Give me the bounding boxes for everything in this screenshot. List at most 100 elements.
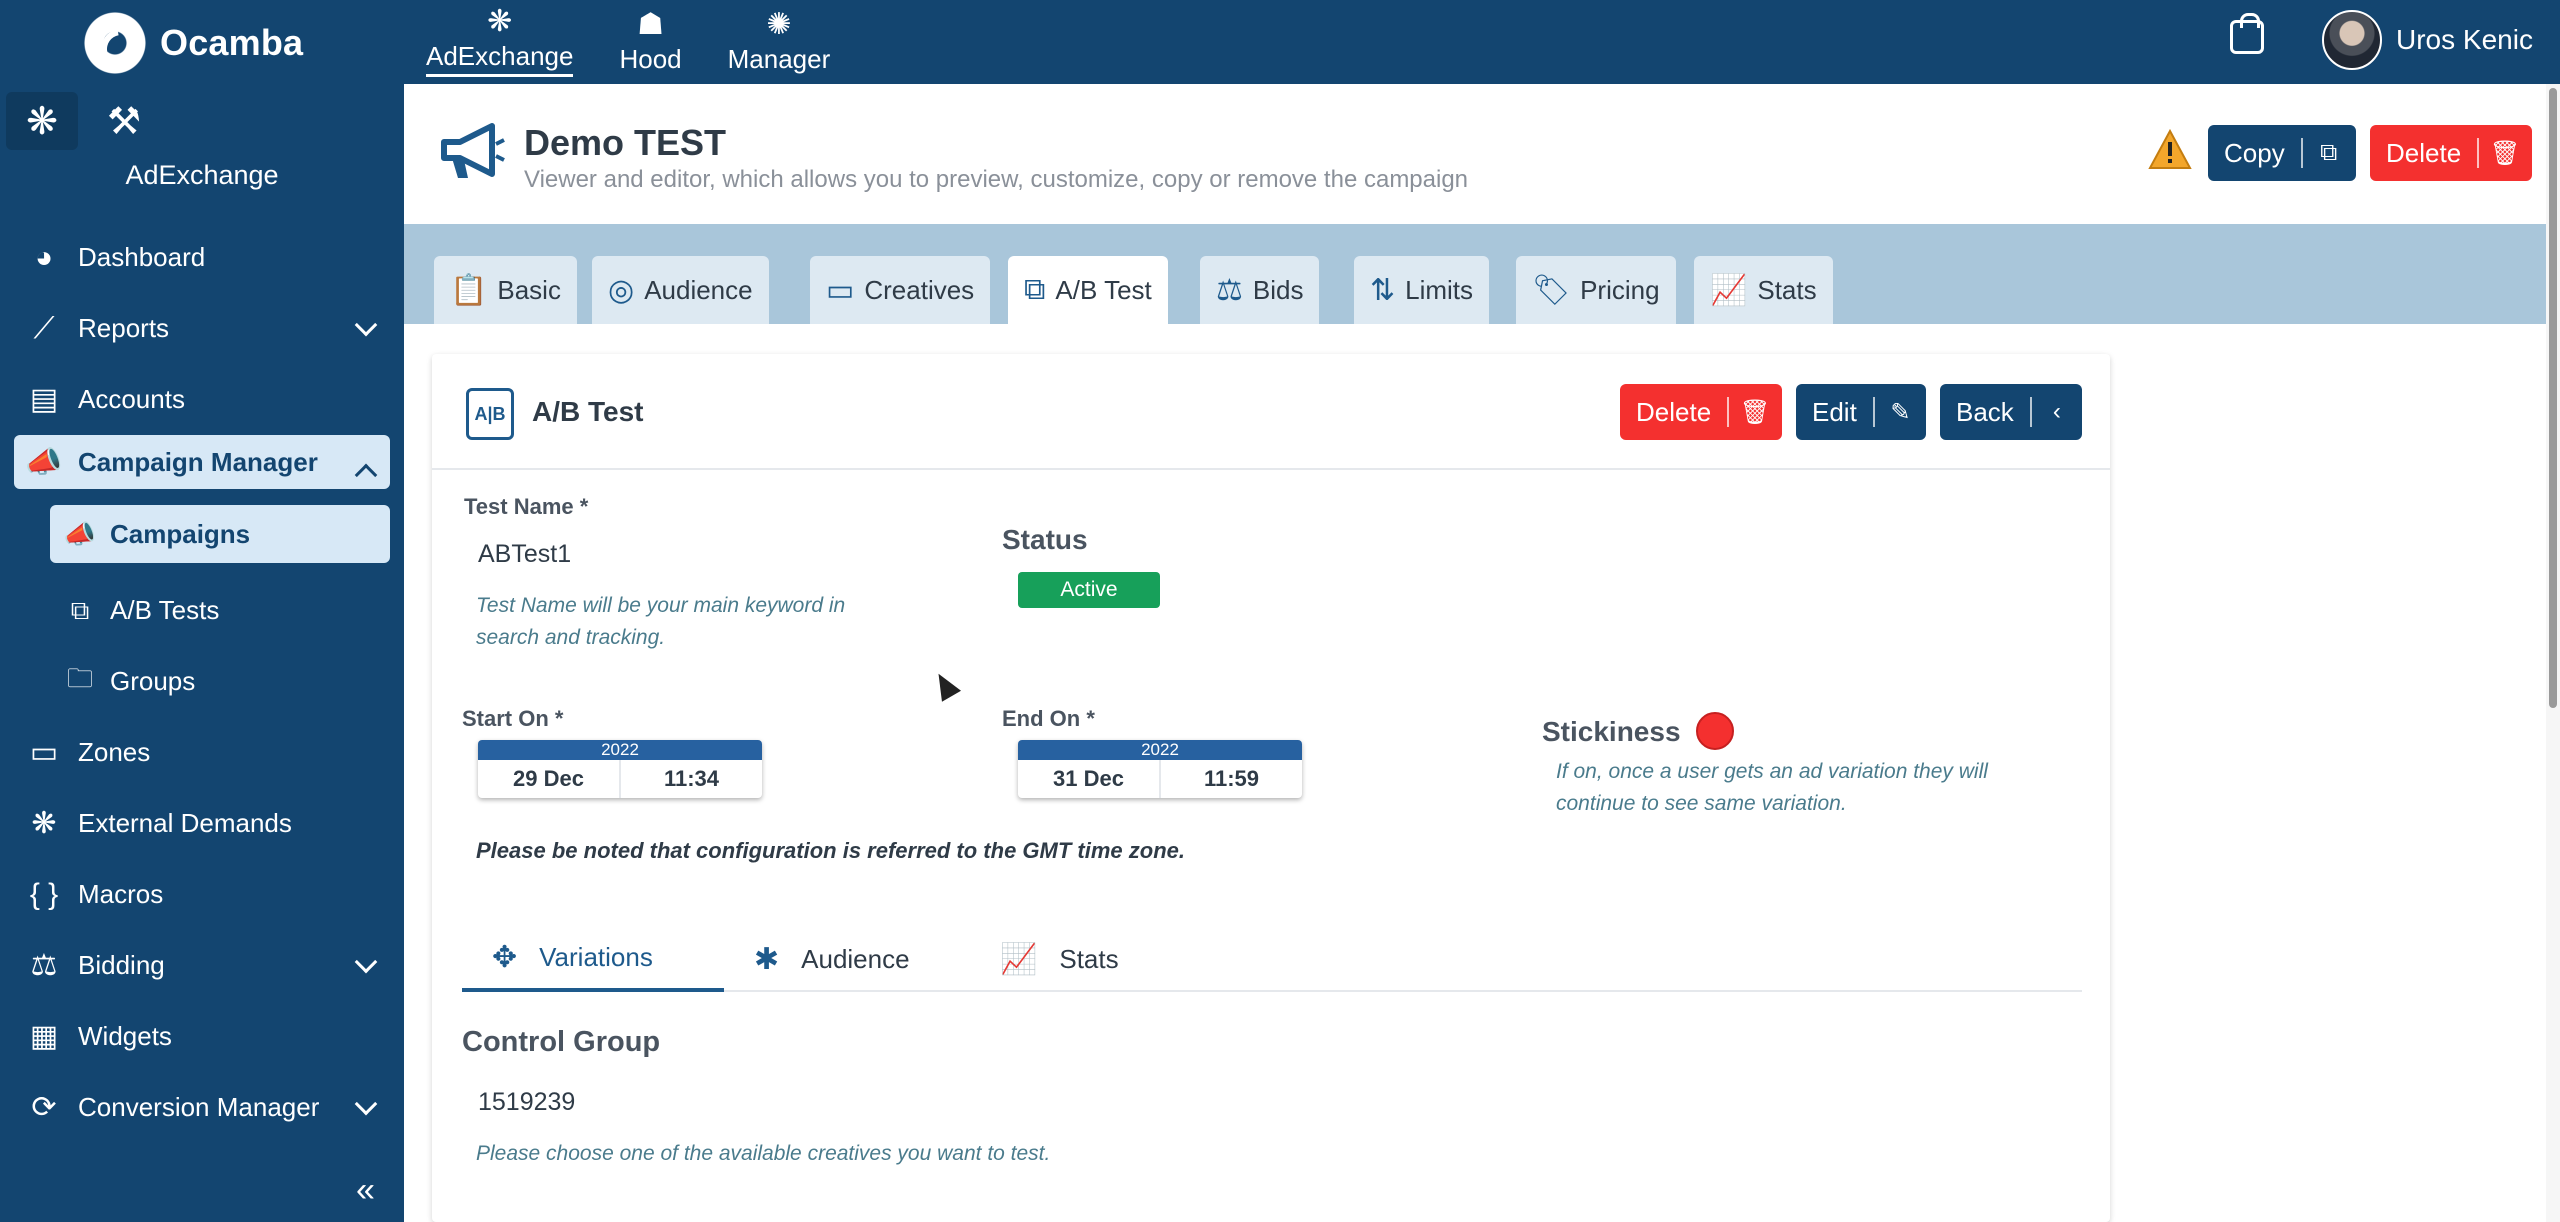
tab-stats[interactable]: 📈 Stats bbox=[1694, 256, 1833, 324]
stickiness-label: Stickiness bbox=[1542, 716, 1681, 747]
tab-audience[interactable]: ◎ Audience bbox=[592, 256, 769, 324]
scrollbar[interactable] bbox=[2546, 84, 2560, 1222]
sidebar-item-macros[interactable]: { } Macros bbox=[14, 859, 390, 930]
tab-limits[interactable]: ⇅ Limits bbox=[1354, 256, 1490, 324]
start-year: 2022 bbox=[478, 740, 762, 760]
top-nav-hood[interactable]: ☗ Hood bbox=[605, 4, 695, 80]
conversion-icon: ⟳ bbox=[31, 1091, 57, 1124]
braces-icon: { } bbox=[29, 877, 59, 911]
start-datetime-picker[interactable]: 2022 29 Dec 11:34 bbox=[478, 740, 762, 798]
sidebar-subitem-groups[interactable]: 🗀 Groups bbox=[50, 646, 390, 717]
test-name-value[interactable]: ABTest1 bbox=[478, 540, 571, 569]
ab-test-card: A|B A/B Test Delete 🗑 Edit ✎ Back ‹ Test… bbox=[432, 354, 2110, 1222]
tab-basic[interactable]: 📋 Basic bbox=[434, 256, 577, 324]
gavel-icon: ⚖ bbox=[30, 949, 58, 982]
warning-icon[interactable] bbox=[2148, 128, 2192, 172]
end-date[interactable]: 31 Dec bbox=[1018, 760, 1159, 798]
subtab-variations[interactable]: ✥ Variations bbox=[462, 926, 724, 992]
clipboard-icon: 📋 bbox=[450, 273, 488, 307]
edit-button[interactable]: Edit ✎ bbox=[1796, 384, 1926, 440]
sidebar-item-bidding[interactable]: ⚖ Bidding bbox=[14, 930, 390, 1001]
grid-icon: ▦ bbox=[29, 1020, 59, 1053]
sidebar-item-zones[interactable]: ▭ Zones bbox=[14, 717, 390, 788]
copy-button-label: Copy bbox=[2224, 137, 2285, 168]
sidebar-item-widgets[interactable]: ▦ Widgets bbox=[14, 1001, 390, 1072]
sidebar-item-accounts[interactable]: ▤ Accounts bbox=[14, 364, 390, 435]
megaphone-icon: 📣 bbox=[25, 445, 63, 479]
sidebar-item-campaign-manager[interactable]: 📣 Campaign Manager bbox=[14, 435, 390, 489]
subtab-stats[interactable]: 📈 Stats bbox=[970, 926, 1149, 992]
back-button-label: Back bbox=[1956, 396, 2014, 427]
sidebar-item-label: Widgets bbox=[78, 1021, 172, 1051]
sidebar-subitem-ab-tests[interactable]: ⧉ A/B Tests bbox=[50, 575, 390, 646]
ab-test-subtabs: ✥ Variations ✱ Audience 📈 Stats bbox=[462, 926, 2082, 992]
puzzle-icon: ✱ bbox=[754, 942, 780, 976]
sidebar: ❋ ⚒ AdExchange ◕ Dashboard ⟋ Reports ▤ A… bbox=[0, 84, 404, 1222]
gavel-icon: ⚖ bbox=[1216, 273, 1243, 307]
control-group-title: Control Group bbox=[462, 1026, 661, 1058]
back-button[interactable]: Back ‹ bbox=[1940, 384, 2082, 440]
sidebar-item-label: Zones bbox=[78, 737, 151, 767]
chevron-left-icon: ‹ bbox=[2052, 398, 2061, 425]
tab-bids[interactable]: ⚖ Bids bbox=[1200, 256, 1320, 324]
creatives-icon: ▭ bbox=[826, 273, 855, 307]
top-nav-manager[interactable]: ✺ Manager bbox=[714, 4, 845, 80]
sidebar-item-reports[interactable]: ⟋ Reports bbox=[14, 293, 390, 364]
sidebar-item-label: Campaign Manager bbox=[78, 446, 318, 477]
start-date[interactable]: 29 Dec bbox=[478, 760, 619, 798]
tab-label: Basic bbox=[497, 274, 561, 305]
user-menu[interactable]: Uros Kenic bbox=[2322, 10, 2533, 70]
sidebar-item-label: Reports bbox=[78, 313, 170, 343]
stickiness-toggle[interactable] bbox=[1696, 712, 1734, 750]
tab-label: Limits bbox=[1405, 274, 1474, 305]
end-year: 2022 bbox=[1018, 740, 1302, 760]
end-time[interactable]: 11:59 bbox=[1159, 760, 1302, 798]
audience-icon: ◎ bbox=[608, 273, 635, 307]
chevron-down-icon bbox=[354, 950, 378, 974]
end-datetime-picker[interactable]: 2022 31 Dec 11:59 bbox=[1018, 740, 1302, 798]
sidebar-menu: ◕ Dashboard ⟋ Reports ▤ Accounts 📣 Campa… bbox=[14, 222, 390, 1143]
sidebar-item-dashboard[interactable]: ◕ Dashboard bbox=[14, 222, 390, 293]
tools-icon[interactable]: ⚒ bbox=[88, 92, 160, 150]
pencil-icon: ✎ bbox=[1890, 398, 1911, 426]
delete-test-button[interactable]: Delete 🗑 bbox=[1620, 384, 1782, 440]
chart-icon: 📈 bbox=[1000, 942, 1038, 976]
tab-label: Pricing bbox=[1580, 274, 1660, 305]
chevron-down-icon bbox=[354, 313, 378, 337]
network-icon: ❋ bbox=[487, 5, 513, 38]
reports-icon: ⟋ bbox=[33, 311, 55, 345]
scroll-thumb[interactable] bbox=[2549, 88, 2557, 708]
subtab-audience[interactable]: ✱ Audience bbox=[724, 926, 940, 992]
sidebar-subitem-campaigns[interactable]: 📣 Campaigns bbox=[50, 505, 390, 563]
network-icon: ❋ bbox=[31, 807, 57, 840]
top-nav-adexchange[interactable]: ❋ AdExchange bbox=[412, 4, 587, 80]
status-label: Status bbox=[1002, 524, 1088, 555]
tab-pricing[interactable]: 🏷 Pricing bbox=[1516, 256, 1676, 324]
dashboard-icon: ◕ bbox=[34, 240, 54, 274]
chart-icon: 📈 bbox=[1710, 273, 1748, 307]
tab-creatives[interactable]: ▭ Creatives bbox=[810, 256, 991, 324]
tab-ab-test[interactable]: ⧉ A/B Test bbox=[1008, 256, 1168, 324]
sidebar-item-label: Bidding bbox=[78, 950, 165, 980]
ab-test-icon: ⧉ bbox=[70, 594, 90, 625]
start-time[interactable]: 11:34 bbox=[619, 760, 762, 798]
sidebar-item-label: Conversion Manager bbox=[78, 1092, 320, 1122]
subtab-label: Stats bbox=[1059, 943, 1119, 974]
copy-button[interactable]: Copy ⧉ bbox=[2208, 125, 2356, 181]
limits-icon: ⇅ bbox=[1370, 273, 1396, 307]
shopping-bag-icon[interactable] bbox=[2230, 13, 2264, 54]
tab-label: Stats bbox=[1757, 274, 1817, 305]
collapse-sidebar-icon[interactable]: « bbox=[356, 1171, 375, 1210]
logo[interactable]: Ocamba bbox=[84, 12, 303, 74]
tab-label: Creatives bbox=[864, 274, 975, 305]
hood-icon: ☗ bbox=[637, 7, 664, 41]
delete-button-label: Delete bbox=[2386, 137, 2462, 168]
sidebar-item-external-demands[interactable]: ❋ External Demands bbox=[14, 788, 390, 859]
page-description: Viewer and editor, which allows you to p… bbox=[524, 166, 1469, 193]
control-group-value[interactable]: 1519239 bbox=[478, 1088, 575, 1117]
top-nav-label: Manager bbox=[727, 43, 831, 74]
network-icon[interactable]: ❋ bbox=[6, 92, 78, 150]
delete-campaign-button[interactable]: Delete 🗑 bbox=[2370, 125, 2532, 181]
trash-icon: 🗑 bbox=[2489, 139, 2521, 167]
sidebar-item-conversion-manager[interactable]: ⟳ Conversion Manager bbox=[14, 1072, 390, 1143]
